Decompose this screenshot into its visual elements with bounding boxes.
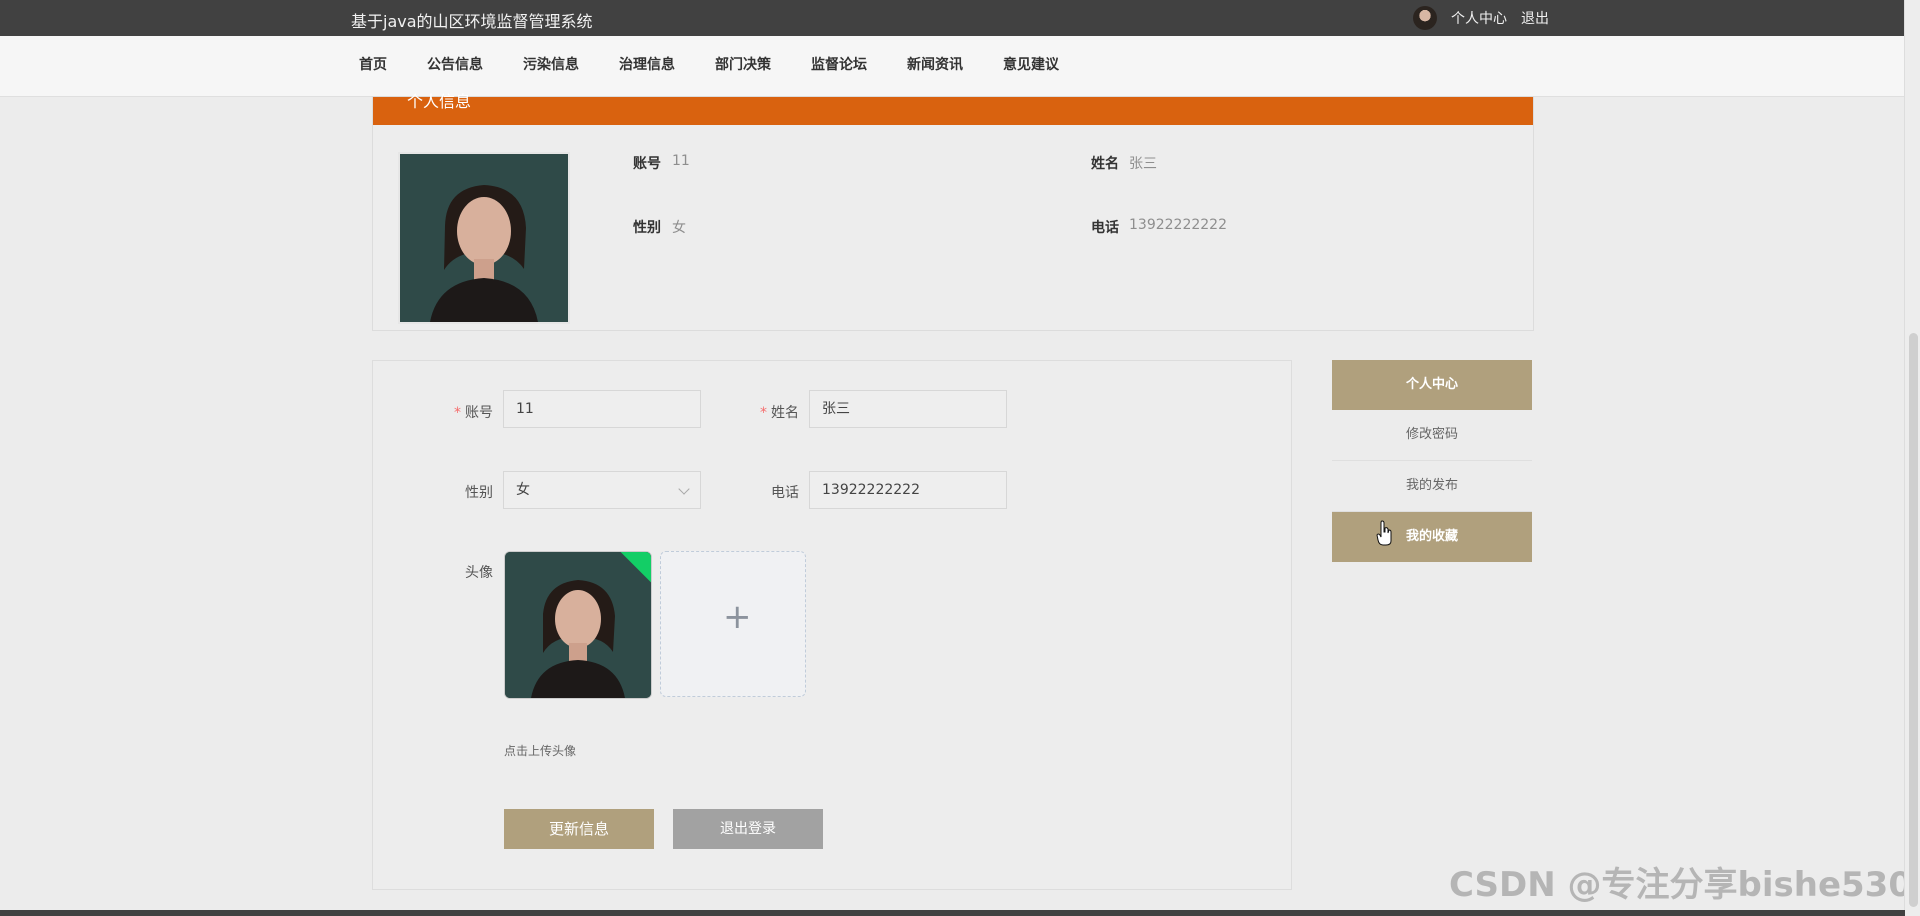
name-input[interactable]: 张三 — [809, 390, 1007, 428]
side-item-personal-center[interactable]: 个人中心 — [1332, 360, 1532, 410]
nav-feedback[interactable]: 意见建议 — [1003, 54, 1059, 74]
profile-account-label: 账号 — [633, 156, 661, 172]
nav-announcements[interactable]: 公告信息 — [427, 54, 483, 74]
hand-cursor-icon — [1376, 520, 1392, 546]
gender-select-value: 女 — [516, 482, 530, 498]
nav-forum[interactable]: 监督论坛 — [811, 54, 867, 74]
update-info-button[interactable]: 更新信息 — [504, 809, 654, 849]
site-title: 基于java的山区环境监督管理系统 — [351, 12, 593, 31]
phone-field-label: 电话 — [771, 485, 799, 501]
account-input[interactable]: 11 — [503, 390, 701, 428]
profile-name-value: 张三 — [1129, 156, 1157, 172]
main-nav: 首页 公告信息 污染信息 治理信息 部门决策 监督论坛 新闻资讯 意见建议 — [0, 36, 1905, 97]
bottom-strip — [0, 910, 1905, 916]
avatar[interactable] — [1413, 6, 1437, 30]
logout-link[interactable]: 退出 — [1521, 8, 1549, 28]
logout-button[interactable]: 退出登录 — [673, 809, 823, 849]
profile-name-label: 姓名 — [1091, 156, 1119, 172]
avatar-preview[interactable]: ✓ — [504, 551, 652, 699]
profile-gender-value: 女 — [672, 220, 686, 236]
profile-photo — [398, 152, 570, 324]
side-item-my-posts[interactable]: 我的发布 — [1332, 461, 1532, 512]
required-marker: * — [760, 405, 767, 421]
user-side-menu: 个人中心 修改密码 我的发布 我的收藏 — [1332, 360, 1532, 562]
profile-phone-value: 13922222222 — [1129, 217, 1227, 233]
edit-profile-form: *账号 11 *姓名 张三 性别 女 电话 13922222222 头像 ✓ +… — [372, 360, 1292, 890]
top-bar: 基于java的山区环境监督管理系统 个人中心 退出 — [0, 0, 1920, 36]
profile-header: 个人信息 — [373, 94, 1533, 125]
watermark: CSDN @专注分享bishe530 — [1448, 865, 1912, 905]
phone-input[interactable]: 13922222222 — [809, 471, 1007, 509]
plus-icon: + — [723, 597, 752, 637]
profile-card: 个人信息 账号 11 姓名 张三 性别 女 电话 13922222222 — [372, 94, 1534, 331]
account-field-label: * 账号 — [454, 405, 493, 421]
nav-news[interactable]: 新闻资讯 — [907, 54, 963, 74]
personal-center-link[interactable]: 个人中心 — [1451, 8, 1507, 28]
required-marker: * — [454, 405, 461, 421]
avatar-upload-button[interactable]: + — [660, 551, 806, 697]
nav-pollution-info[interactable]: 污染信息 — [523, 54, 579, 74]
scrollbar-thumb[interactable] — [1909, 333, 1918, 907]
profile-gender-label: 性别 — [633, 220, 661, 236]
vertical-scrollbar[interactable] — [1904, 0, 1920, 916]
chevron-down-icon — [678, 483, 690, 495]
nav-home[interactable]: 首页 — [359, 54, 387, 74]
upload-hint: 点击上传头像 — [504, 744, 577, 758]
gender-select[interactable]: 女 — [503, 471, 701, 509]
name-field-label: * 姓名 — [760, 405, 799, 421]
nav-department-decisions[interactable]: 部门决策 — [715, 54, 771, 74]
profile-account-value: 11 — [672, 153, 690, 169]
top-user-links: 个人中心 退出 — [1413, 6, 1549, 30]
nav-governance-info[interactable]: 治理信息 — [619, 54, 675, 74]
profile-phone-label: 电话 — [1091, 220, 1119, 236]
side-item-change-password[interactable]: 修改密码 — [1332, 410, 1532, 461]
avatar-field-label: 头像 — [465, 565, 493, 581]
side-item-my-favorites[interactable]: 我的收藏 — [1332, 512, 1532, 562]
gender-field-label: 性别 — [465, 485, 493, 501]
